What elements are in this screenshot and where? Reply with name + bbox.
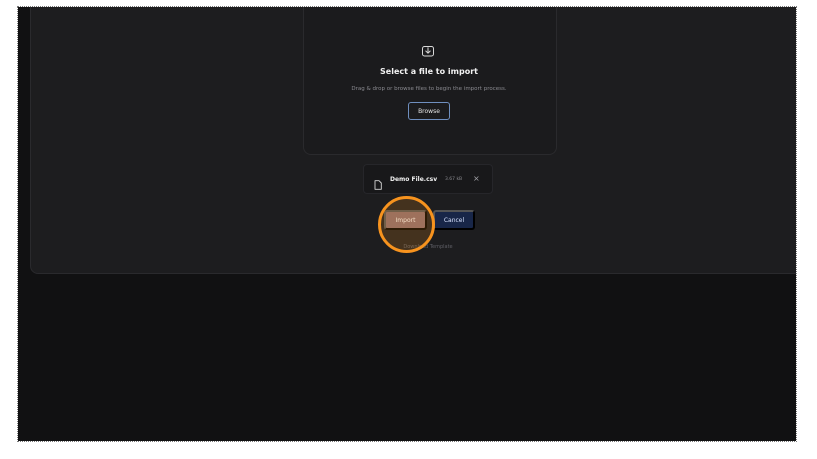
app-frame: Select a file to import Drag & drop or b…	[17, 6, 797, 442]
browse-button[interactable]: Browse	[408, 102, 450, 120]
file-dropzone[interactable]	[303, 7, 557, 155]
remove-file-icon[interactable]: ×	[473, 174, 480, 184]
dropzone-subtitle: Drag & drop or browse files to begin the…	[351, 86, 507, 92]
download-icon	[421, 43, 435, 57]
file-size: 3.67 kB	[445, 177, 463, 182]
dropzone-title: Select a file to import	[380, 67, 478, 76]
download-template-link[interactable]: Download Template	[388, 244, 468, 250]
cancel-button[interactable]: Cancel	[433, 210, 475, 230]
file-icon	[374, 175, 382, 190]
import-button[interactable]: Import	[384, 210, 427, 230]
selected-file-chip: Demo File.csv 3.67 kB ×	[363, 164, 493, 194]
file-name: Demo File.csv	[390, 176, 438, 183]
